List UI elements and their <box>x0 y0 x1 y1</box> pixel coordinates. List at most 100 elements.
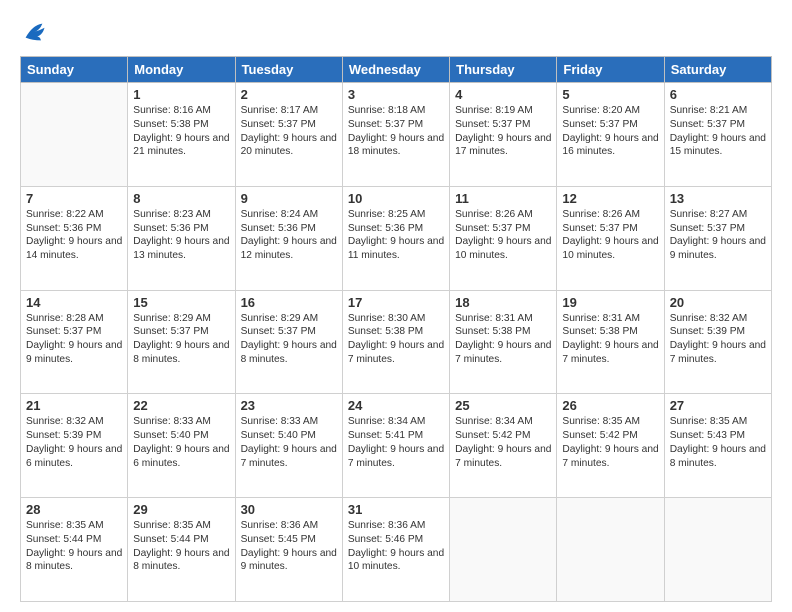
day-info: Sunrise: 8:34 AM Sunset: 5:42 PM Dayligh… <box>455 415 551 470</box>
day-number: 12 <box>562 191 658 206</box>
calendar-cell: 30 Sunrise: 8:36 AM Sunset: 5:45 PM Dayli… <box>235 498 342 602</box>
day-info: Sunrise: 8:20 AM Sunset: 5:37 PM Dayligh… <box>562 104 658 159</box>
day-number: 14 <box>26 295 122 310</box>
calendar-cell <box>21 83 128 187</box>
calendar-header-friday: Friday <box>557 57 664 83</box>
day-info: Sunrise: 8:23 AM Sunset: 5:36 PM Dayligh… <box>133 208 229 263</box>
calendar-cell: 17 Sunrise: 8:30 AM Sunset: 5:38 PM Dayli… <box>342 290 449 394</box>
day-info: Sunrise: 8:18 AM Sunset: 5:37 PM Dayligh… <box>348 104 444 159</box>
day-number: 13 <box>670 191 766 206</box>
header <box>20 18 772 46</box>
day-number: 27 <box>670 398 766 413</box>
day-number: 18 <box>455 295 551 310</box>
day-info: Sunrise: 8:36 AM Sunset: 5:46 PM Dayligh… <box>348 519 444 574</box>
day-info: Sunrise: 8:16 AM Sunset: 5:38 PM Dayligh… <box>133 104 229 159</box>
calendar-cell <box>450 498 557 602</box>
day-info: Sunrise: 8:25 AM Sunset: 5:36 PM Dayligh… <box>348 208 444 263</box>
day-info: Sunrise: 8:30 AM Sunset: 5:38 PM Dayligh… <box>348 312 444 367</box>
day-number: 8 <box>133 191 229 206</box>
calendar-week-2: 14 Sunrise: 8:28 AM Sunset: 5:37 PM Dayli… <box>21 290 772 394</box>
day-info: Sunrise: 8:24 AM Sunset: 5:36 PM Dayligh… <box>241 208 337 263</box>
day-info: Sunrise: 8:26 AM Sunset: 5:37 PM Dayligh… <box>562 208 658 263</box>
calendar-cell: 15Sunrise: 8:29 AM Sunset: 5:37 PM Dayli… <box>128 290 235 394</box>
calendar-cell: 12 Sunrise: 8:26 AM Sunset: 5:37 PM Dayli… <box>557 186 664 290</box>
day-number: 24 <box>348 398 444 413</box>
day-info: Sunrise: 8:32 AM Sunset: 5:39 PM Dayligh… <box>670 312 766 367</box>
day-info: Sunrise: 8:22 AM Sunset: 5:36 PM Dayligh… <box>26 208 122 263</box>
day-info: Sunrise: 8:31 AM Sunset: 5:38 PM Dayligh… <box>562 312 658 367</box>
calendar-week-0: 1Sunrise: 8:16 AM Sunset: 5:38 PM Daylig… <box>21 83 772 187</box>
day-number: 5 <box>562 87 658 102</box>
day-info: Sunrise: 8:27 AM Sunset: 5:37 PM Dayligh… <box>670 208 766 263</box>
calendar-header-sunday: Sunday <box>21 57 128 83</box>
day-number: 29 <box>133 502 229 517</box>
calendar-cell: 3 Sunrise: 8:18 AM Sunset: 5:37 PM Daylig… <box>342 83 449 187</box>
day-info: Sunrise: 8:29 AM Sunset: 5:37 PM Dayligh… <box>241 312 337 367</box>
calendar-cell: 20 Sunrise: 8:32 AM Sunset: 5:39 PM Dayli… <box>664 290 771 394</box>
calendar-cell: 13 Sunrise: 8:27 AM Sunset: 5:37 PM Dayli… <box>664 186 771 290</box>
day-number: 31 <box>348 502 444 517</box>
day-number: 9 <box>241 191 337 206</box>
calendar-week-3: 21 Sunrise: 8:32 AM Sunset: 5:39 PM Dayli… <box>21 394 772 498</box>
calendar-header-thursday: Thursday <box>450 57 557 83</box>
day-info: Sunrise: 8:28 AM Sunset: 5:37 PM Dayligh… <box>26 312 122 367</box>
day-number: 17 <box>348 295 444 310</box>
calendar-week-1: 7 Sunrise: 8:22 AM Sunset: 5:36 PM Daylig… <box>21 186 772 290</box>
day-number: 28 <box>26 502 122 517</box>
day-number: 15 <box>133 295 229 310</box>
calendar-table: SundayMondayTuesdayWednesdayThursdayFrid… <box>20 56 772 602</box>
calendar-cell: 19 Sunrise: 8:31 AM Sunset: 5:38 PM Dayli… <box>557 290 664 394</box>
day-info: Sunrise: 8:32 AM Sunset: 5:39 PM Dayligh… <box>26 415 122 470</box>
day-info: Sunrise: 8:26 AM Sunset: 5:37 PM Dayligh… <box>455 208 551 263</box>
day-number: 6 <box>670 87 766 102</box>
calendar-header-wednesday: Wednesday <box>342 57 449 83</box>
day-info: Sunrise: 8:35 AM Sunset: 5:42 PM Dayligh… <box>562 415 658 470</box>
day-number: 7 <box>26 191 122 206</box>
day-number: 2 <box>241 87 337 102</box>
calendar-cell: 10 Sunrise: 8:25 AM Sunset: 5:36 PM Dayli… <box>342 186 449 290</box>
day-info: Sunrise: 8:33 AM Sunset: 5:40 PM Dayligh… <box>241 415 337 470</box>
day-number: 4 <box>455 87 551 102</box>
day-number: 22 <box>133 398 229 413</box>
calendar-cell: 11 Sunrise: 8:26 AM Sunset: 5:37 PM Dayli… <box>450 186 557 290</box>
day-number: 20 <box>670 295 766 310</box>
calendar-cell: 25Sunrise: 8:34 AM Sunset: 5:42 PM Dayli… <box>450 394 557 498</box>
day-info: Sunrise: 8:17 AM Sunset: 5:37 PM Dayligh… <box>241 104 337 159</box>
logo <box>20 18 50 46</box>
day-number: 11 <box>455 191 551 206</box>
day-info: Sunrise: 8:19 AM Sunset: 5:37 PM Dayligh… <box>455 104 551 159</box>
calendar-header-row: SundayMondayTuesdayWednesdayThursdayFrid… <box>21 57 772 83</box>
calendar-cell: 31 Sunrise: 8:36 AM Sunset: 5:46 PM Dayli… <box>342 498 449 602</box>
calendar-cell: 23 Sunrise: 8:33 AM Sunset: 5:40 PM Dayli… <box>235 394 342 498</box>
day-number: 10 <box>348 191 444 206</box>
calendar-cell: 16Sunrise: 8:29 AM Sunset: 5:37 PM Dayli… <box>235 290 342 394</box>
logo-bird-icon <box>20 18 48 46</box>
calendar-cell: 1Sunrise: 8:16 AM Sunset: 5:38 PM Daylig… <box>128 83 235 187</box>
day-number: 19 <box>562 295 658 310</box>
calendar-cell: 29Sunrise: 8:35 AM Sunset: 5:44 PM Dayli… <box>128 498 235 602</box>
calendar-cell: 4 Sunrise: 8:19 AM Sunset: 5:37 PM Daylig… <box>450 83 557 187</box>
calendar-cell: 6 Sunrise: 8:21 AM Sunset: 5:37 PM Daylig… <box>664 83 771 187</box>
day-info: Sunrise: 8:33 AM Sunset: 5:40 PM Dayligh… <box>133 415 229 470</box>
calendar-cell: 21 Sunrise: 8:32 AM Sunset: 5:39 PM Dayli… <box>21 394 128 498</box>
day-info: Sunrise: 8:34 AM Sunset: 5:41 PM Dayligh… <box>348 415 444 470</box>
day-info: Sunrise: 8:31 AM Sunset: 5:38 PM Dayligh… <box>455 312 551 367</box>
day-info: Sunrise: 8:35 AM Sunset: 5:43 PM Dayligh… <box>670 415 766 470</box>
calendar-cell <box>557 498 664 602</box>
day-number: 30 <box>241 502 337 517</box>
calendar-cell: 26 Sunrise: 8:35 AM Sunset: 5:42 PM Dayli… <box>557 394 664 498</box>
day-number: 26 <box>562 398 658 413</box>
day-number: 21 <box>26 398 122 413</box>
calendar-cell: 28Sunrise: 8:35 AM Sunset: 5:44 PM Dayli… <box>21 498 128 602</box>
calendar-header-monday: Monday <box>128 57 235 83</box>
calendar-cell: 7 Sunrise: 8:22 AM Sunset: 5:36 PM Daylig… <box>21 186 128 290</box>
calendar-cell: 24 Sunrise: 8:34 AM Sunset: 5:41 PM Dayli… <box>342 394 449 498</box>
calendar-cell <box>664 498 771 602</box>
day-number: 3 <box>348 87 444 102</box>
day-info: Sunrise: 8:36 AM Sunset: 5:45 PM Dayligh… <box>241 519 337 574</box>
calendar-cell: 8 Sunrise: 8:23 AM Sunset: 5:36 PM Daylig… <box>128 186 235 290</box>
day-info: Sunrise: 8:21 AM Sunset: 5:37 PM Dayligh… <box>670 104 766 159</box>
day-number: 23 <box>241 398 337 413</box>
calendar-cell: 22 Sunrise: 8:33 AM Sunset: 5:40 PM Dayli… <box>128 394 235 498</box>
calendar-header-saturday: Saturday <box>664 57 771 83</box>
